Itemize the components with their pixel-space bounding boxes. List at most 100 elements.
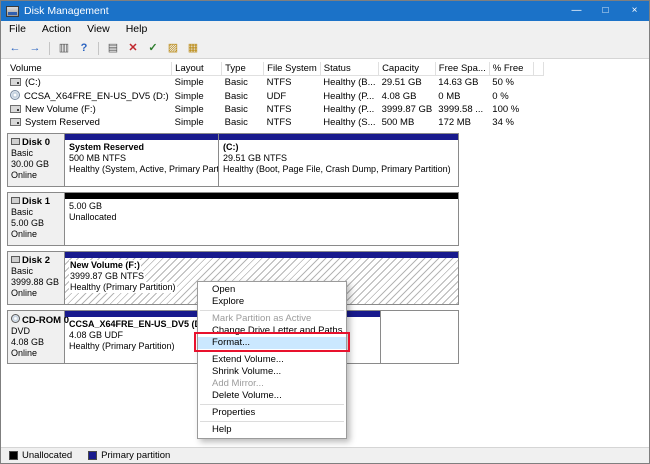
disk-kind: Basic: [11, 148, 34, 158]
partition-health: Healthy (System, Active, Primary Partiti…: [69, 164, 219, 174]
forward-arrow-icon[interactable]: →: [26, 40, 44, 57]
menu-help[interactable]: Help: [118, 21, 156, 38]
volume-fs: UDF: [266, 90, 287, 102]
volume-free: 14.63 GB: [438, 77, 479, 88]
volume-type: Basic: [224, 77, 248, 88]
volume-layout: Simple: [174, 104, 204, 115]
disk-size: 5.00 GB: [11, 218, 45, 228]
disk-icon: [11, 197, 20, 204]
menu-item-change-drive-letter[interactable]: Change Drive Letter and Paths...: [198, 325, 346, 337]
disk-name: Disk 0: [22, 137, 50, 148]
partition-unallocated[interactable]: 5.00 GB Unallocated: [65, 193, 458, 245]
menu-item-explore[interactable]: Explore: [198, 296, 346, 308]
volume-name: (C:): [25, 77, 41, 88]
volume-row-c[interactable]: (C:) Simple Basic NTFS Healthy (B... 29.…: [7, 76, 543, 90]
menu-item-properties[interactable]: Properties: [198, 407, 346, 419]
column-volume[interactable]: Volume: [7, 62, 173, 76]
disk-volume-icon: [10, 118, 21, 126]
folder-icon[interactable]: ▨: [164, 40, 182, 57]
cd-volume-icon: [10, 90, 20, 100]
menu-view[interactable]: View: [79, 21, 118, 38]
back-arrow-icon[interactable]: ←: [6, 40, 24, 57]
volume-layout: Simple: [174, 77, 204, 88]
column-file-system[interactable]: File System: [263, 62, 321, 76]
disk-name: CD-ROM 0: [22, 315, 69, 326]
column-status[interactable]: Status: [320, 62, 380, 76]
disk-status: Online: [11, 229, 38, 239]
partition-detail: 3999.87 GB NTFS: [69, 271, 146, 282]
toolbar-separator: [49, 41, 50, 55]
close-button[interactable]: ×: [620, 1, 649, 21]
menu-item-extend-volume[interactable]: Extend Volume...: [198, 354, 346, 366]
column-capacity[interactable]: Capacity: [378, 62, 436, 76]
titlebar: Disk Management — □ ×: [1, 1, 649, 21]
disk-0-info[interactable]: Disk 0 Basic 30.00 GB Online: [8, 134, 65, 186]
column-type[interactable]: Type: [221, 62, 265, 76]
menu-item-add-mirror: Add Mirror...: [212, 378, 264, 389]
volume-capacity: 29.51 GB: [381, 77, 422, 88]
volume-row-f[interactable]: New Volume (F:) Simple Basic NTFS Health…: [7, 103, 543, 116]
toolbar: ← → ▥ ? ▤ ✕ ✓ ▨ ▦: [1, 38, 649, 59]
volume-row-system-reserved[interactable]: System Reserved Simple Basic NTFS Health…: [7, 116, 543, 129]
partition-system-reserved[interactable]: System Reserved 500 MB NTFS Healthy (Sys…: [65, 134, 219, 186]
column-free-space[interactable]: Free Spa...: [435, 62, 490, 76]
partition-detail: 500 MB NTFS: [69, 153, 127, 163]
menu-action[interactable]: Action: [34, 21, 79, 38]
legend-bar: Unallocated Primary partition: [1, 447, 649, 463]
volume-type: Basic: [224, 117, 248, 128]
disk-status: Online: [11, 170, 38, 180]
disk-2-info[interactable]: Disk 2 Basic 3999.88 GB Online: [8, 252, 65, 304]
disk-kind: Basic: [11, 207, 34, 217]
minimize-button[interactable]: —: [562, 1, 591, 21]
legend-primary-partition: Primary partition: [88, 450, 170, 461]
window-title: Disk Management: [24, 5, 109, 17]
volume-row-d[interactable]: CCSA_X64FRE_EN-US_DV5 (D:) Simple Basic …: [7, 89, 543, 103]
volume-name: System Reserved: [25, 117, 100, 128]
volume-pct-free: 100 %: [492, 104, 520, 115]
volume-type: Basic: [224, 90, 248, 102]
check-icon[interactable]: ✓: [144, 40, 162, 57]
maximize-button[interactable]: □: [591, 1, 620, 21]
volume-free: 172 MB: [438, 117, 472, 128]
menu-item-open[interactable]: Open: [198, 284, 346, 296]
partition-detail: 5.00 GB: [69, 201, 103, 211]
disk-0-row: Disk 0 Basic 30.00 GB Online System Rese…: [7, 133, 459, 187]
column-empty: [533, 62, 544, 76]
unallocated-swatch: [9, 451, 18, 460]
properties-icon[interactable]: ▦: [184, 40, 202, 57]
cdrom-0-info[interactable]: CD-ROM 0 DVD 4.08 GB Online: [8, 311, 69, 363]
report-icon[interactable]: ▤: [104, 40, 122, 57]
legend-label: Unallocated: [22, 450, 73, 461]
volume-table-header: Volume Layout Type File System Status Ca…: [7, 62, 544, 76]
menu-item-delete-volume[interactable]: Delete Volume...: [198, 390, 346, 402]
app-icon: [6, 5, 19, 17]
disk-volume-icon: [10, 78, 21, 86]
disk-size: 4.08 GB: [11, 337, 45, 347]
cd-icon: [11, 314, 20, 323]
menu-item-help[interactable]: Help: [198, 424, 346, 436]
volume-pct-free: 34 %: [492, 117, 514, 128]
partition-health: Unallocated: [69, 212, 117, 222]
menu-separator: [200, 351, 344, 352]
disk-name: Disk 1: [22, 196, 50, 207]
column-layout[interactable]: Layout: [171, 62, 223, 76]
partition-title: (C:): [223, 142, 239, 152]
volume-layout: Simple: [174, 90, 204, 102]
volume-fs: NTFS: [266, 77, 292, 88]
menu-file[interactable]: File: [1, 21, 34, 38]
disk-size: 3999.88 GB: [11, 277, 60, 287]
disk-icon: [11, 138, 20, 145]
volume-list: Volume Layout Type File System Status Ca…: [7, 62, 544, 129]
disk-1-info[interactable]: Disk 1 Basic 5.00 GB Online: [8, 193, 65, 245]
column-pct-free[interactable]: % Free: [489, 62, 534, 76]
volume-capacity: 3999.87 GB: [381, 104, 433, 115]
partition-c[interactable]: (C:) 29.51 GB NTFS Healthy (Boot, Page F…: [219, 134, 458, 186]
partition-health: Healthy (Primary Partition): [69, 282, 177, 293]
delete-icon[interactable]: ✕: [124, 40, 142, 57]
help-icon[interactable]: ?: [75, 40, 93, 57]
menu-item-format[interactable]: Format...: [198, 337, 346, 349]
context-menu: Open Explore Mark Partition as Active Ch…: [197, 281, 347, 439]
volume-status: Healthy (P...: [323, 104, 375, 115]
menu-item-shrink-volume[interactable]: Shrink Volume...: [198, 366, 346, 378]
console-tree-icon[interactable]: ▥: [55, 40, 73, 57]
